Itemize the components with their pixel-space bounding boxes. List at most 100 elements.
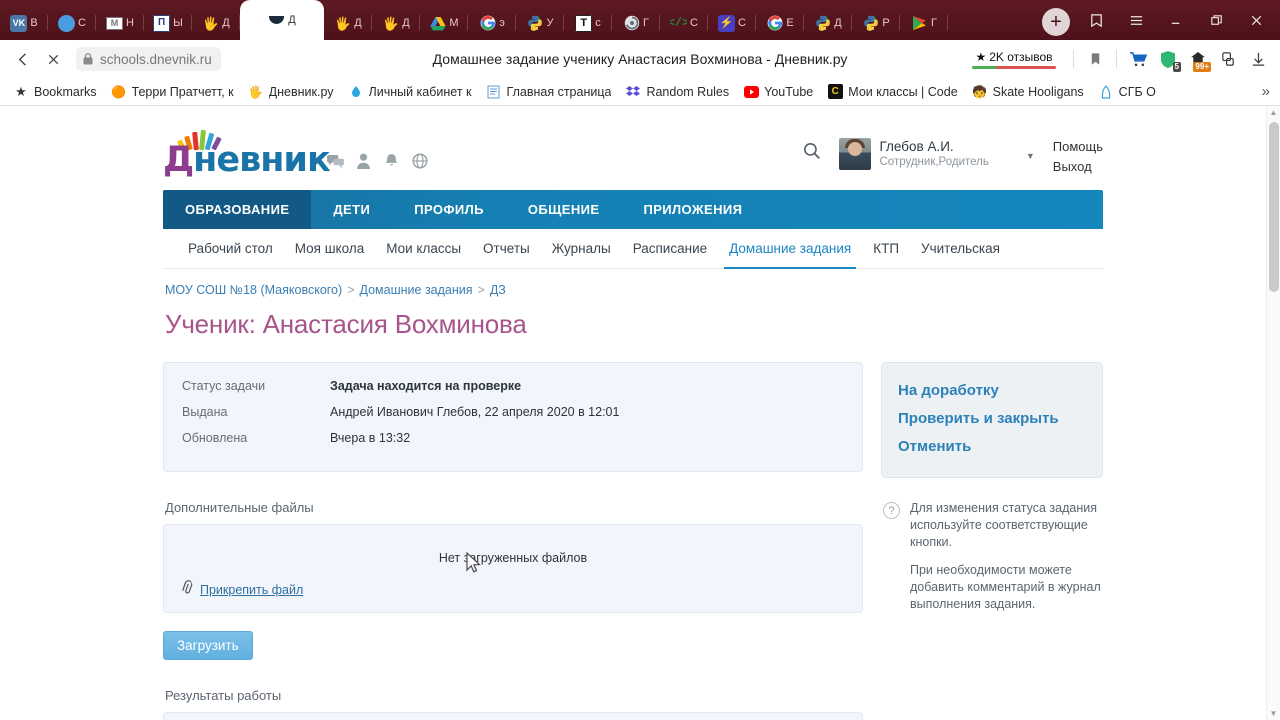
main-navigation: ОБРАЗОВАНИЕ ДЕТИ ПРОФИЛЬ ОБЩЕНИЕ ПРИЛОЖЕНИЯ (163, 190, 1103, 229)
bookmarks-overflow-button[interactable]: » (1258, 83, 1274, 100)
collections-icon[interactable] (1076, 2, 1116, 38)
search-icon[interactable] (803, 136, 821, 165)
bell-icon[interactable] (383, 153, 400, 170)
bookmark-item[interactable]: СГБ О (1091, 81, 1163, 103)
person-icon[interactable] (355, 153, 372, 170)
back-button[interactable] (8, 44, 38, 74)
dnevnik-icon: 🖐 (248, 84, 264, 99)
status-action-link[interactable]: Отменить (898, 433, 1086, 461)
status-value: Задача находится на проверке (330, 379, 522, 393)
bookmark-item[interactable]: Random Rules (618, 81, 736, 103)
attach-file-link[interactable]: Прикрепить файл (200, 583, 303, 597)
maximize-icon[interactable] (1196, 2, 1236, 38)
vk-tab[interactable]: VK В (0, 6, 48, 40)
dnevnik-logo[interactable]: Дневник (163, 129, 331, 180)
globe-icon[interactable] (411, 153, 428, 170)
status-action-link[interactable]: Проверить и закрыть (898, 405, 1086, 433)
google-tab[interactable]: э (468, 6, 516, 40)
address-bar[interactable]: schools.dnevnik.ru (76, 47, 221, 71)
tab-favicon (911, 15, 928, 32)
dnevnik-tab-1[interactable]: 🖐 Д (192, 6, 240, 40)
downloads-icon[interactable] (1244, 45, 1272, 73)
breadcrumb-link[interactable]: ДЗ (490, 283, 506, 297)
bookmark-item[interactable]: 🧒 Skate Hooligans (965, 81, 1091, 103)
gmail-tab[interactable]: MН (96, 6, 144, 40)
sub-nav-item[interactable]: Домашние задания (718, 229, 862, 269)
bookmark-item[interactable]: C Мои классы | Code (820, 81, 964, 103)
site-reviews-widget[interactable]: ★ 2K отзывов (966, 50, 1062, 69)
user-menu[interactable]: Глебов А.И. Сотрудник,Родитель ▼ (838, 136, 1035, 170)
flash-tab[interactable]: ⚡ С (708, 6, 756, 40)
bookmark-item[interactable]: Главная страница (479, 81, 619, 103)
main-nav-item-образование[interactable]: ОБРАЗОВАНИЕ (163, 190, 312, 229)
sub-nav-item[interactable]: Журналы (541, 229, 622, 268)
breadcrumb-link[interactable]: Домашние задания (360, 283, 473, 297)
python-tab-1[interactable]: У (516, 6, 564, 40)
python-tab-3[interactable]: Р (852, 6, 900, 40)
tab-title: с (595, 17, 601, 29)
scroll-down-arrow[interactable]: ▼ (1267, 709, 1280, 718)
minimize-icon[interactable] (1156, 2, 1196, 38)
logout-link[interactable]: Выход (1053, 158, 1103, 176)
extensions-icon[interactable] (1214, 45, 1242, 73)
breadcrumb-link[interactable]: МОУ СОШ №18 (Маяковского) (165, 283, 342, 297)
scrollbar-thumb[interactable] (1269, 122, 1279, 292)
tab-favicon: ⚡ (718, 14, 736, 32)
code-tab[interactable]: </> С (660, 6, 708, 40)
page-icon (486, 84, 502, 100)
google-tab-2[interactable]: Е (756, 6, 804, 40)
sub-nav-item[interactable]: Расписание (622, 229, 718, 268)
main-column: Статус задачи Задача находится на проверк… (163, 362, 863, 720)
stop-loading-button[interactable] (38, 44, 68, 74)
dnevnik-tab-2[interactable]: 🖐 Д (324, 6, 372, 40)
bookmark-item[interactable]: Личный кабинет к (341, 81, 479, 103)
python-tab-2[interactable]: Д (804, 6, 852, 40)
chevron-down-icon[interactable]: ▼ (1026, 147, 1035, 161)
sub-nav-item[interactable]: КТП (862, 229, 910, 268)
divider (1116, 50, 1117, 68)
page-scrollbar[interactable]: ▲ ▼ (1266, 106, 1280, 720)
close-icon[interactable] (1236, 2, 1276, 38)
attach-file-row[interactable]: Прикрепить файл (180, 580, 846, 598)
dnevnik-tab-active[interactable]: Д (240, 0, 324, 40)
main-nav-item-приложения[interactable]: ПРИЛОЖЕНИЯ (621, 190, 764, 229)
sub-nav-item[interactable]: Рабочий стол (177, 229, 284, 268)
bookmark-label: Главная страница (506, 84, 612, 99)
bookmark-item[interactable]: 🟠 Терри Пратчетт, к (104, 81, 241, 103)
status-action-link[interactable]: На доработку (898, 377, 1086, 405)
home-notifications-icon[interactable]: 99+ (1184, 45, 1212, 73)
bookmark-label: Дневник.ру (268, 84, 334, 99)
scroll-up-arrow[interactable]: ▲ (1267, 108, 1280, 117)
upload-button[interactable]: Загрузить (163, 631, 253, 660)
breadcrumb: МОУ СОШ №18 (Маяковского) > Домашние задан… (163, 269, 1103, 297)
spiral-tab[interactable]: Г (612, 6, 660, 40)
sub-nav-item[interactable]: Учительская (910, 229, 1011, 268)
help-link[interactable]: Помощь (1053, 138, 1103, 156)
sub-nav-item[interactable]: Отчеты (472, 229, 541, 268)
browser-window: VK В С M Н П Ы 🖐 Д Д 🖐 Д 🖐 Д Мэ У Tс Г </> С ⚡ С Е Д Р Г + (0, 0, 1280, 720)
main-nav-item-профиль[interactable]: ПРОФИЛЬ (392, 190, 506, 229)
new-tab-button[interactable]: + (1042, 8, 1070, 36)
shopping-cart-icon[interactable] (1124, 45, 1152, 73)
playstore-tab[interactable]: Г (900, 6, 948, 40)
tab-favicon (268, 12, 285, 29)
page-content: Дневник Глебов А.И. Сотрудник,Родитель ▼… (0, 106, 1266, 720)
menu-icon[interactable] (1116, 2, 1156, 38)
gdrive-tab[interactable]: М (420, 6, 468, 40)
bookmark-item[interactable]: 🖐 Дневник.ру (241, 81, 341, 103)
star-icon: ★ (15, 83, 27, 99)
teletype-tab[interactable]: Tс (564, 6, 612, 40)
sub-nav-item[interactable]: Мои классы (375, 229, 472, 268)
bookmark-item[interactable]: ★ Bookmarks (6, 81, 104, 103)
main-nav-item-общение[interactable]: ОБЩЕНИЕ (506, 190, 622, 229)
bookmark-icon[interactable] (1081, 45, 1109, 73)
bookmark-item[interactable]: YouTube (736, 81, 820, 103)
main-nav-item-дети[interactable]: ДЕТИ (311, 190, 392, 229)
n-tab[interactable]: ПЫ (144, 6, 192, 40)
sub-nav-item[interactable]: Моя школа (284, 229, 375, 268)
shield-protection-icon[interactable]: 5 (1154, 45, 1182, 73)
dnevnik-tab-3[interactable]: 🖐 Д (372, 6, 420, 40)
tab-favicon: T (575, 14, 593, 32)
window-controls (1076, 0, 1280, 40)
messenger-tab[interactable]: С (48, 6, 96, 40)
